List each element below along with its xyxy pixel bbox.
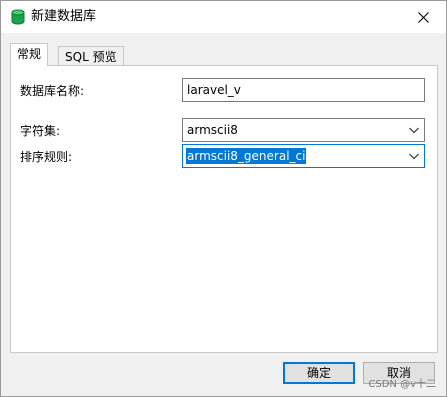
collation-value: armscii8_general_ci [186,148,307,164]
collation-select[interactable]: armscii8_general_ci [182,144,425,168]
general-tab-panel [10,65,438,353]
close-button[interactable] [400,1,446,33]
watermark: CSDN @v十二 [368,379,436,390]
charset-select[interactable]: armscii8 [182,118,425,142]
ok-button[interactable]: 确定 [283,362,355,384]
window-title: 新建数据库 [31,9,97,24]
chevron-down-icon[interactable] [408,150,420,162]
database-name-label: 数据库名称: [20,84,85,98]
close-icon [417,11,429,23]
tab-general[interactable]: 常规 [10,43,49,66]
database-icon [11,9,25,25]
database-name-input[interactable]: laravel_v [182,78,425,102]
charset-label: 字符集: [20,124,61,138]
tab-sql-preview[interactable]: SQL 预览 [58,46,124,66]
collation-label: 排序规则: [20,150,73,164]
title-bar[interactable]: 新建数据库 [1,1,446,33]
new-database-dialog: 新建数据库 常规 SQL 预览 数据库名称: laravel_v 字符集: ar… [0,0,447,397]
charset-value: armscii8 [187,123,238,137]
chevron-down-icon[interactable] [408,124,420,136]
